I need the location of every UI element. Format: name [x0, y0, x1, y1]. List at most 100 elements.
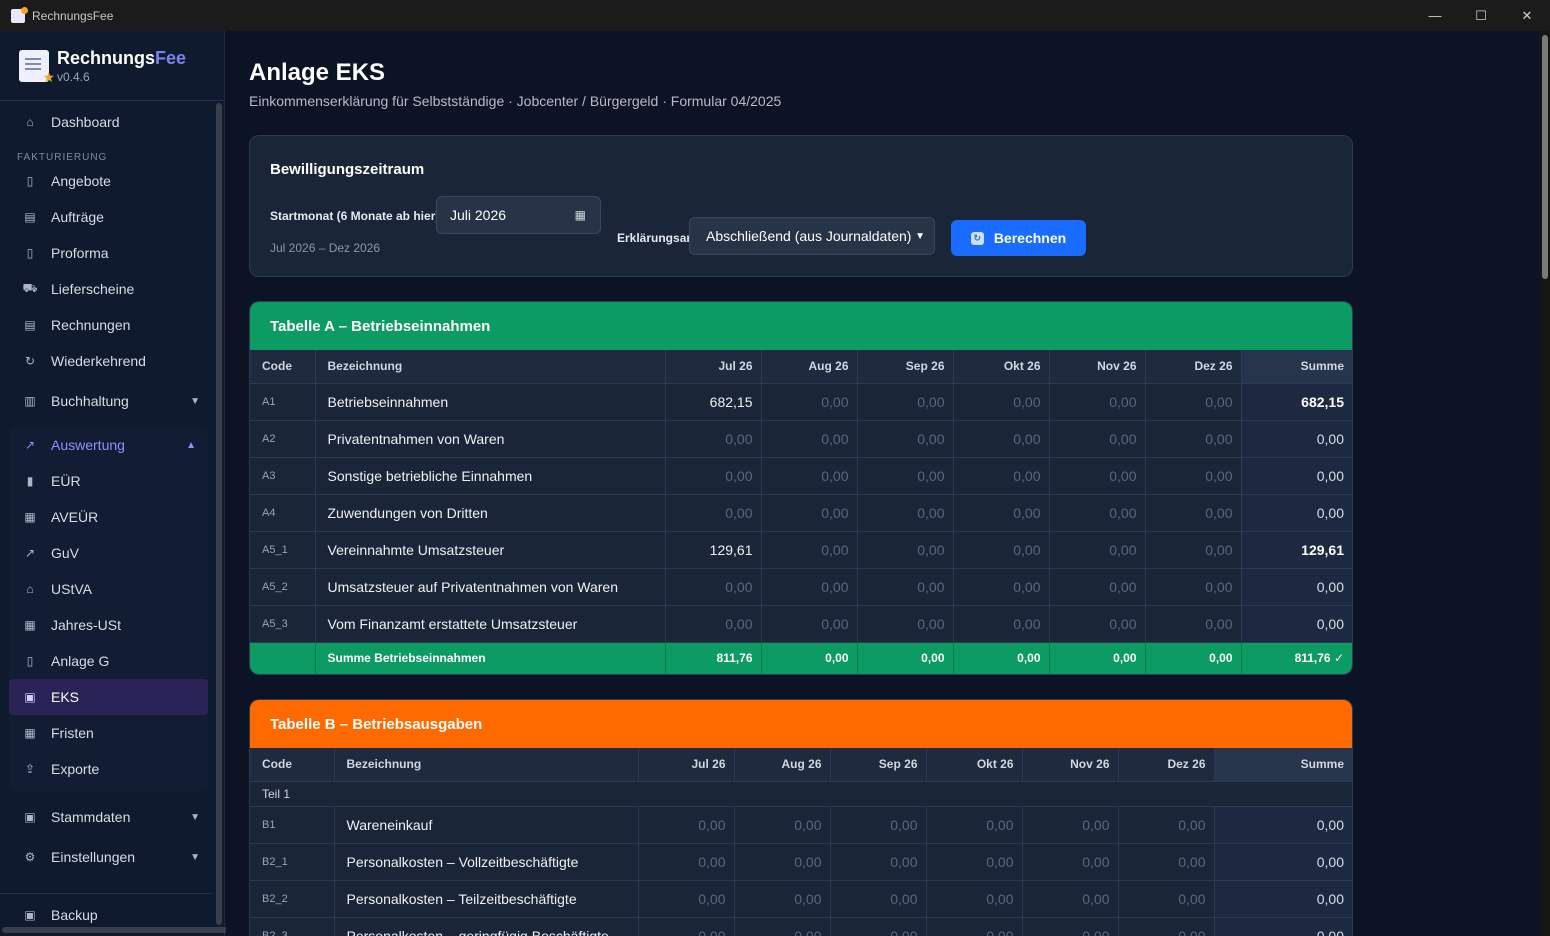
sidebar-item-wiederkehrend[interactable]: ↻ Wiederkehrend [0, 343, 212, 379]
column-header: Summe [1241, 350, 1352, 383]
row-sum: 682,15 [1241, 382, 1352, 420]
row-label: Personalkosten – geringfügig Beschäftigt… [334, 916, 639, 936]
calendar-icon: ▦ [24, 726, 36, 740]
column-header: Nov 26 [1049, 350, 1146, 383]
month-value: 0,00 [1145, 567, 1242, 605]
calendar-icon[interactable]: ▦ [575, 208, 586, 222]
period-heading: Bewilligungszeitraum [270, 161, 425, 178]
month-value: 0,00 [761, 493, 858, 531]
sidebar-item-aveur[interactable]: ▦ AVEÜR [9, 499, 208, 535]
row-label: Vom Finanzamt erstattete Umsatzsteuer [315, 604, 666, 642]
sidebar: RechnungsFee v0.4.6 ⌂Dashboard FAKTURIER… [0, 31, 228, 936]
sidebar-item-eur[interactable]: ▮ EÜR [9, 463, 208, 499]
sidebar-item-stammdaten[interactable]: ▣ Stammdaten ▼ [0, 797, 212, 837]
row-label: Wareneinkauf [334, 805, 639, 843]
sidebar-item-anlage-g[interactable]: ▯ Anlage G [9, 643, 208, 679]
month-value: 0,00 [857, 493, 954, 531]
bank-icon: ⌂ [26, 582, 34, 596]
month-value: 0,00 [1145, 530, 1242, 568]
document-icon: ▯ [26, 246, 34, 260]
trend-icon: ↗ [24, 438, 36, 452]
month-value: 0,00 [761, 567, 858, 605]
row-label: Zuwendungen von Dritten [315, 493, 666, 531]
sidebar-item-einstellungen[interactable]: ⚙ Einstellungen ▼ [0, 837, 212, 877]
total-month-value: 0,00 [761, 641, 858, 674]
row-code: A3 [250, 456, 316, 494]
scrollbar-thumb[interactable] [1542, 35, 1548, 279]
chevron-up-icon: ▲ [186, 439, 196, 451]
export-icon: ⇪ [24, 762, 36, 776]
row-sum: 0,00 [1241, 419, 1352, 457]
sidebar-nav: ⌂ Dashboard FAKTURIERUNG ▯ Angebote ▤ Auftr… [0, 103, 212, 877]
declaration-type-select[interactable]: Abschließend (aus Journaldaten) ▼ [689, 217, 935, 255]
month-value: 0,00 [1022, 916, 1119, 936]
row-label: Personalkosten – Vollzeitbeschäftigte [334, 842, 639, 880]
month-value: 0,00 [761, 530, 858, 568]
close-icon[interactable]: ✕ [1504, 0, 1550, 31]
month-value: 0,00 [1049, 419, 1146, 457]
chevron-down-icon: ▼ [190, 395, 200, 407]
sidebar-item-ustva[interactable]: ⌂ UStVA [9, 571, 208, 607]
sidebar-item-buchhaltung[interactable]: ▥ Buchhaltung ▼ [0, 379, 212, 423]
month-value: 0,00 [734, 805, 831, 843]
table-row: A5_2 Umsatzsteuer auf Privatentnahmen von… [250, 567, 1352, 605]
calculate-button[interactable]: ↻ Berechnen [951, 220, 1086, 256]
month-value: 0,00 [665, 456, 762, 494]
month-value: 0,00 [665, 567, 762, 605]
total-label: Summe Betriebseinnahmen [315, 641, 666, 674]
minimize-icon[interactable]: — [1412, 0, 1458, 31]
sidebar-item-guv[interactable]: ↗ GuV [9, 535, 208, 571]
total-month-value: 811,76 [665, 641, 762, 674]
row-sum: 0,00 [1214, 805, 1352, 843]
month-value: 0,00 [1145, 493, 1242, 531]
id-card-icon: ▣ [24, 690, 36, 704]
sidebar-item-jahres-ust[interactable]: ▦ Jahres-USt [9, 607, 208, 643]
month-value: 682,15 [665, 382, 762, 420]
row-code: A5_2 [250, 567, 316, 605]
month-value: 0,00 [638, 805, 735, 843]
month-value: 0,00 [761, 604, 858, 642]
row-code: A4 [250, 493, 316, 531]
sidebar-item-auswertung[interactable]: ↗ Auswertung ▲ [9, 427, 208, 463]
month-value: 0,00 [857, 567, 954, 605]
start-month-input[interactable]: Juli 2026 ▦ [436, 196, 601, 234]
sidebar-item-rechnungen[interactable]: ▤ Rechnungen [0, 307, 212, 343]
sidebar-item-dashboard[interactable]: ⌂ Dashboard [0, 103, 212, 141]
month-value: 0,00 [953, 456, 1050, 494]
column-header: Aug 26 [761, 350, 858, 383]
month-value: 0,00 [1145, 456, 1242, 494]
sidebar-item-lieferscheine[interactable]: ⛟ Lieferscheine [0, 271, 212, 307]
total-month-value: 0,00 [857, 641, 954, 674]
sidebar-item-angebote[interactable]: ▯ Angebote [0, 163, 212, 199]
month-value: 0,00 [734, 842, 831, 880]
month-value: 0,00 [761, 382, 858, 420]
month-value: 0,00 [926, 916, 1023, 936]
auswertung-group: ↗ Auswertung ▲ ▮ EÜR ▦ AVEÜR ↗ GuV ⌂ UStVA ▦ Ja… [9, 427, 208, 791]
sidebar-item-auftraege[interactable]: ▤ Aufträge [0, 199, 212, 235]
table-row: A1 Betriebseinnahmen 682,15 0,00 0,00 0,00 0,0… [250, 382, 1352, 420]
sidebar-item-proforma[interactable]: ▯ Proforma [0, 235, 212, 271]
total-code [250, 641, 316, 674]
table-icon: ▦ [24, 510, 36, 524]
sidebar-horizontal-scrollbar[interactable] [2, 927, 228, 933]
document-icon: ▯ [26, 654, 34, 668]
table-row: A5_1 Vereinnahmte Umsatzsteuer 129,61 0,00 0… [250, 530, 1352, 568]
sidebar-item-fristen[interactable]: ▦ Fristen [9, 715, 208, 751]
sidebar-scrollbar[interactable] [216, 103, 222, 925]
row-code: B1 [250, 805, 335, 843]
column-header: Summe [1214, 748, 1352, 781]
sidebar-item-eks[interactable]: ▣ EKS [9, 679, 208, 715]
table-a-title: Tabelle A – Betriebseinnahmen [250, 302, 1352, 350]
total-month-value: 0,00 [1145, 641, 1242, 674]
maximize-icon[interactable]: ☐ [1458, 0, 1504, 31]
calendar-icon: ▦ [24, 618, 36, 632]
month-value: 0,00 [638, 842, 735, 880]
month-value: 0,00 [953, 493, 1050, 531]
month-value: 0,00 [857, 382, 954, 420]
main-scrollbar[interactable] [1539, 31, 1550, 936]
month-value: 0,00 [1022, 842, 1119, 880]
table-section-row: Teil 1 [250, 780, 1352, 806]
declaration-type-label: Erklärungsart [617, 231, 696, 245]
section-label-fakturierung: FAKTURIERUNG [17, 152, 108, 163]
sidebar-item-exporte[interactable]: ⇪ Exporte [9, 751, 208, 787]
